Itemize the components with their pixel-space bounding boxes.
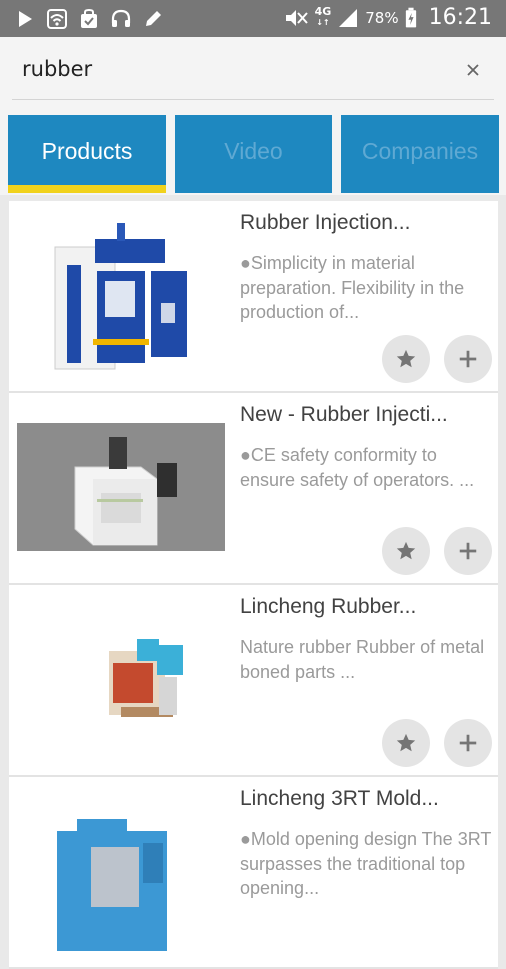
signal-icon bbox=[339, 8, 358, 27]
tab-bar: Products Video Companies bbox=[0, 105, 506, 195]
star-icon bbox=[396, 349, 416, 368]
mute-icon bbox=[285, 9, 308, 26]
close-icon[interactable] bbox=[462, 59, 484, 81]
product-title: Lincheng Rubber... bbox=[240, 595, 417, 618]
product-title: Rubber Injection... bbox=[240, 211, 411, 234]
plus-icon bbox=[459, 734, 477, 752]
pencil-icon bbox=[146, 11, 161, 26]
tab-products[interactable]: Products bbox=[8, 115, 166, 193]
favorite-button[interactable] bbox=[382, 335, 430, 383]
active-tab-indicator bbox=[8, 185, 166, 193]
add-button[interactable] bbox=[444, 335, 492, 383]
product-description: Nature rubber Rubber of metal boned part… bbox=[240, 637, 485, 682]
tab-companies[interactable]: Companies bbox=[341, 115, 499, 193]
favorite-button[interactable] bbox=[382, 527, 430, 575]
product-description: ●Mold opening design The 3RT surpasses t… bbox=[240, 829, 492, 898]
product-card[interactable]: Lincheng 3RT Mold... ●Mold opening desig… bbox=[9, 777, 498, 969]
battery-percent: 78% bbox=[365, 8, 399, 27]
battery-charging-icon bbox=[405, 7, 416, 27]
tab-video[interactable]: Video bbox=[175, 115, 332, 193]
wifi-box-icon bbox=[47, 9, 67, 29]
tab-label: Companies bbox=[361, 138, 479, 164]
plus-icon bbox=[459, 350, 477, 368]
search-underline bbox=[12, 99, 494, 100]
status-bar: 4G ↓↑ 78% 16:21 bbox=[0, 0, 506, 37]
add-button[interactable] bbox=[444, 719, 492, 767]
product-card[interactable]: Rubber Injection... ●Simplicity in mater… bbox=[9, 201, 498, 393]
network-type: 4G ↓↑ bbox=[314, 5, 332, 27]
product-description: ●CE safety conformity to ensure safety o… bbox=[240, 445, 475, 490]
search-header: rubber bbox=[0, 37, 506, 105]
clock: 16:21 bbox=[428, 5, 492, 30]
search-input[interactable]: rubber bbox=[22, 57, 92, 81]
product-image bbox=[17, 599, 225, 759]
shopping-bag-check-icon bbox=[81, 8, 97, 28]
product-image bbox=[17, 215, 225, 375]
headphones-icon bbox=[111, 9, 131, 27]
plus-icon bbox=[459, 542, 477, 560]
product-image bbox=[17, 407, 225, 567]
star-icon bbox=[396, 541, 416, 560]
tab-label: Video bbox=[224, 138, 283, 164]
product-description: ●Simplicity in material preparation. Fle… bbox=[240, 253, 465, 322]
product-title: New - Rubber Injecti... bbox=[240, 403, 448, 426]
product-image bbox=[17, 791, 225, 951]
product-card[interactable]: Lincheng Rubber... Nature rubber Rubber … bbox=[9, 585, 498, 777]
star-icon bbox=[396, 733, 416, 752]
product-title: Lincheng 3RT Mold... bbox=[240, 787, 439, 810]
product-card[interactable]: New - Rubber Injecti... ●CE safety confo… bbox=[9, 393, 498, 585]
add-button[interactable] bbox=[444, 527, 492, 575]
favorite-button[interactable] bbox=[382, 719, 430, 767]
tab-label: Products bbox=[41, 138, 133, 164]
play-icon bbox=[19, 11, 32, 27]
product-list: Rubber Injection... ●Simplicity in mater… bbox=[9, 201, 498, 969]
